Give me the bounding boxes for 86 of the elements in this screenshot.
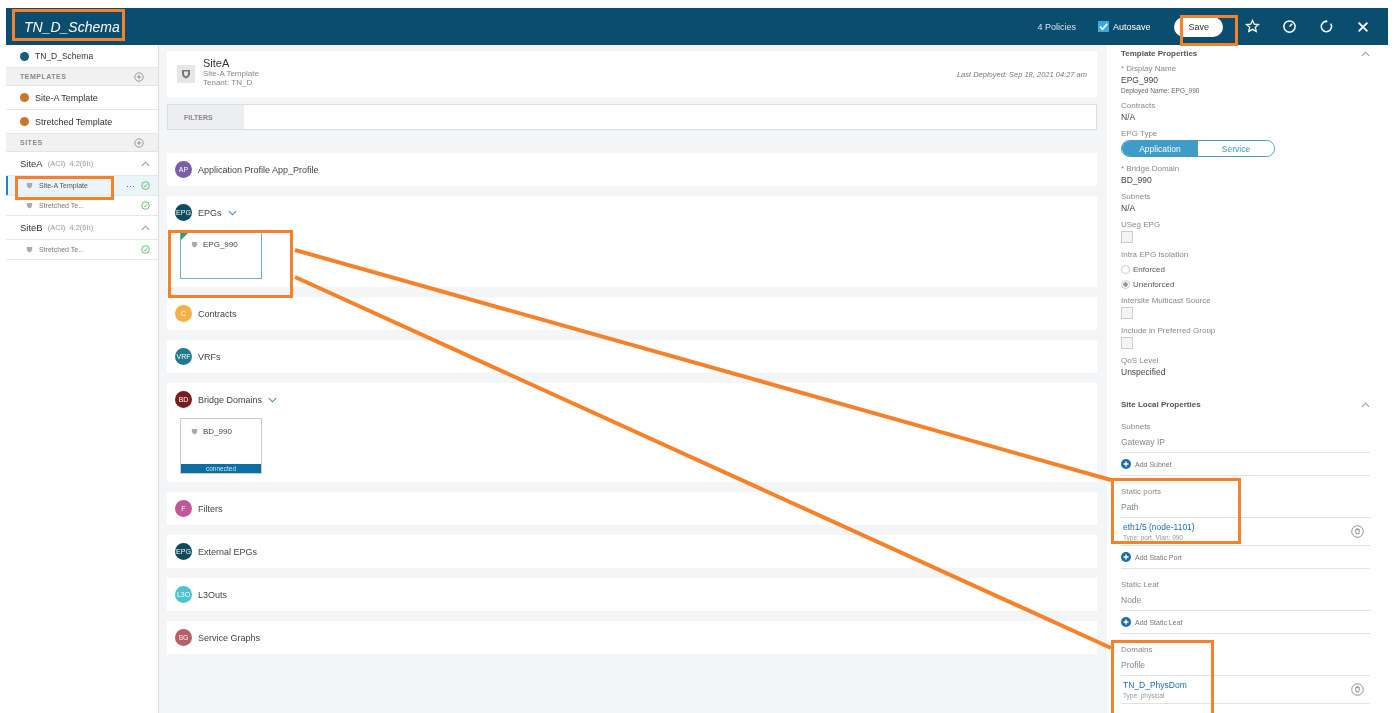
plus-circle-icon bbox=[1121, 552, 1131, 562]
group-label: Static Leaf bbox=[1121, 580, 1160, 589]
close-icon[interactable] bbox=[1356, 19, 1370, 34]
autosave-checkbox[interactable]: Autosave bbox=[1097, 21, 1151, 32]
field-label: Subnets bbox=[1121, 192, 1151, 201]
schema-title: TN_D_Schema bbox=[24, 18, 120, 35]
field-label: Include in Preferred Group bbox=[1121, 326, 1216, 335]
site-name: SiteA bbox=[203, 57, 231, 69]
site-name[interactable]: SiteA bbox=[20, 158, 43, 169]
shield-icon bbox=[177, 65, 195, 83]
card-title: EPG_990 bbox=[203, 240, 238, 249]
column-header: Node bbox=[1121, 589, 1370, 611]
field-label: * Display Name bbox=[1121, 64, 1177, 73]
radio-option[interactable]: Unenforced bbox=[1121, 280, 1175, 289]
field-label: QoS Level bbox=[1121, 356, 1159, 365]
field-label: Contracts bbox=[1121, 101, 1156, 110]
delete-icon[interactable] bbox=[1351, 525, 1364, 538]
chevron-icon[interactable] bbox=[268, 396, 278, 403]
chevron-icon[interactable] bbox=[141, 160, 150, 167]
column-header: Gateway IP bbox=[1121, 431, 1370, 453]
shield-icon bbox=[26, 202, 33, 209]
tenant-name: Tenant: TN_D bbox=[203, 78, 254, 87]
gauge-icon[interactable] bbox=[1282, 19, 1297, 34]
check-circle-icon bbox=[141, 245, 150, 254]
plus-circle-icon bbox=[1121, 459, 1131, 469]
field-label: Intra EPG Isolation bbox=[1121, 250, 1189, 259]
schema-icon bbox=[20, 51, 29, 61]
delete-icon[interactable] bbox=[1351, 683, 1364, 696]
check-circle-icon bbox=[141, 181, 150, 190]
section-title[interactable]: Contracts bbox=[198, 308, 237, 319]
more-menu[interactable]: ··· bbox=[126, 180, 135, 191]
field-value: N/A bbox=[1121, 112, 1136, 122]
plus-circle-icon bbox=[1121, 617, 1131, 627]
chevron-icon[interactable] bbox=[227, 209, 237, 216]
object-card[interactable]: EPG_990 bbox=[180, 231, 262, 279]
checkbox[interactable] bbox=[1121, 337, 1133, 349]
chevron-icon[interactable] bbox=[141, 224, 150, 231]
add-icon[interactable] bbox=[134, 137, 144, 148]
field-value: EPG_990 bbox=[1121, 75, 1158, 85]
section-title[interactable]: Service Graphs bbox=[198, 632, 261, 643]
check-circle-icon bbox=[141, 201, 150, 210]
star-icon[interactable] bbox=[1245, 19, 1260, 34]
refresh-icon[interactable] bbox=[1319, 19, 1334, 34]
policies-count: 4 Policies bbox=[1037, 21, 1076, 32]
item-link[interactable]: eth1/5 (node-1101) bbox=[1123, 522, 1195, 532]
column-header: Profile bbox=[1121, 654, 1370, 676]
section-title[interactable]: VRFs bbox=[198, 351, 221, 362]
template-icon bbox=[20, 117, 29, 126]
shield-icon bbox=[26, 182, 33, 189]
section-title[interactable]: Bridge Domains bbox=[198, 394, 263, 405]
chevron-icon[interactable] bbox=[1361, 50, 1370, 57]
field-label: * Bridge Domain bbox=[1121, 164, 1180, 173]
template-icon bbox=[20, 93, 29, 102]
group-label: Domains bbox=[1121, 645, 1154, 654]
item-link[interactable]: TN_D_PhysDom bbox=[1123, 680, 1187, 690]
field-label: Intersite Multicast Source bbox=[1121, 296, 1211, 305]
field-value: Unspecified bbox=[1121, 367, 1166, 377]
section-title[interactable]: Application Profile App_Profile bbox=[198, 164, 319, 175]
section-title[interactable]: L3Outs bbox=[198, 589, 228, 600]
panel-title: Template Properties bbox=[1121, 49, 1198, 58]
section-title[interactable]: EPGs bbox=[198, 207, 222, 218]
highlight-box bbox=[1180, 15, 1238, 46]
site-name[interactable]: SiteB bbox=[20, 222, 43, 233]
shield-icon bbox=[191, 428, 198, 435]
section-title[interactable]: Filters bbox=[198, 503, 223, 514]
column-header: Path bbox=[1121, 496, 1370, 518]
group-label: Subnets bbox=[1121, 422, 1152, 431]
add-icon[interactable] bbox=[134, 71, 144, 82]
panel-title: Site Local Properties bbox=[1121, 400, 1201, 409]
template-name: Site-A Template bbox=[203, 69, 259, 78]
chevron-icon[interactable] bbox=[1361, 401, 1370, 408]
field-label: USeg EPG bbox=[1121, 220, 1161, 229]
schema-name[interactable]: TN_D_Schema bbox=[35, 51, 94, 61]
field-value: N/A bbox=[1121, 203, 1136, 213]
template-item[interactable]: Site-A Template bbox=[6, 86, 158, 110]
field-label: EPG Type bbox=[1121, 129, 1158, 138]
radio-option[interactable]: Enforced bbox=[1121, 265, 1166, 274]
shield-icon bbox=[26, 246, 33, 253]
section-title[interactable]: External EPGs bbox=[198, 546, 258, 557]
shield-icon bbox=[191, 241, 198, 248]
corner-marker-icon bbox=[181, 232, 189, 240]
checkbox[interactable] bbox=[1121, 231, 1133, 243]
checkbox[interactable] bbox=[1121, 307, 1133, 319]
field-value: BD_990 bbox=[1121, 175, 1152, 185]
group-label: Static ports bbox=[1121, 487, 1162, 496]
card-title: BD_990 bbox=[203, 427, 232, 436]
